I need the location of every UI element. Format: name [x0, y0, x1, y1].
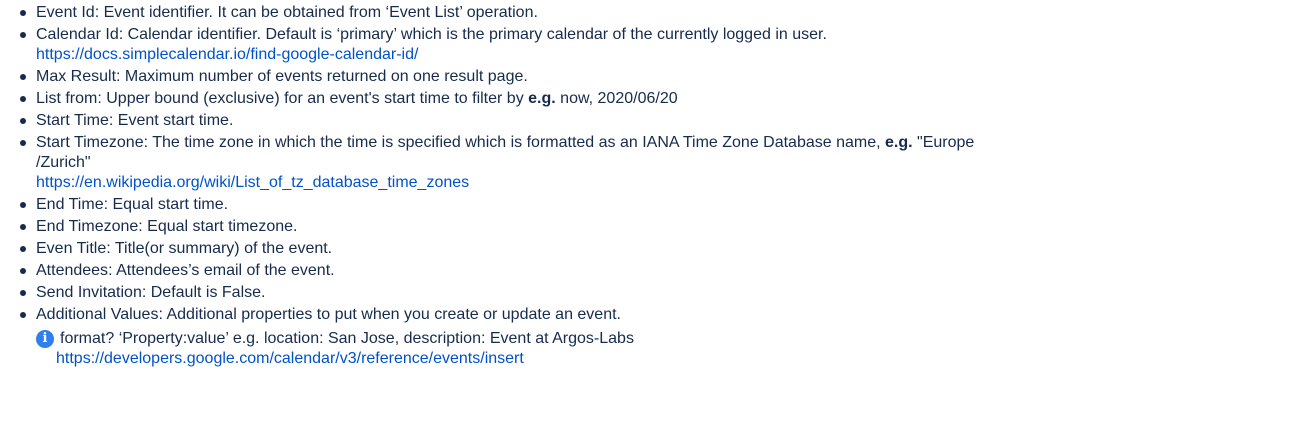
param-desc-continued: /Zurich"	[36, 154, 91, 171]
list-item-end-timezone: End Timezone: Equal start timezone.	[20, 217, 1301, 237]
list-item-send-invitation: Send Invitation: Default is False.	[20, 283, 1301, 303]
separator: :	[116, 68, 125, 85]
param-name: End Time	[36, 196, 104, 213]
param-desc: Maximum number of events returned on one…	[124, 68, 528, 85]
param-name: Send Invitation	[36, 284, 142, 301]
param-name: Calendar Id	[36, 26, 119, 43]
list-item-additional-values: Additional Values: Additional properties…	[20, 305, 1301, 369]
eg-label: e.g.	[885, 134, 913, 151]
separator: :	[94, 4, 104, 21]
param-desc: Equal start timezone.	[147, 218, 298, 235]
parameter-documentation: Event Id: Event identifier. It can be ob…	[0, 0, 1301, 369]
list-item-even-title: Even Title: Title(or summary) of the eve…	[20, 239, 1301, 259]
timezone-list-link[interactable]: https://en.wikipedia.org/wiki/List_of_tz…	[36, 173, 1301, 193]
param-desc: Additional properties to put when you cr…	[166, 306, 621, 323]
param-name: Even Title	[36, 240, 107, 257]
separator: :	[118, 26, 128, 43]
param-desc: Upper bound (exclusive) for an event's s…	[106, 90, 524, 107]
separator: :	[97, 90, 107, 107]
list-item-end-time: End Time: Equal start time.	[20, 195, 1301, 215]
param-name: Additional Values	[36, 306, 159, 323]
param-desc: Equal start time.	[112, 196, 229, 213]
list-item-start-time: Start Time: Event start time.	[20, 111, 1301, 131]
info-icon: i	[36, 330, 54, 348]
param-line: Calendar Id: Calendar identifier. Defaul…	[36, 25, 1301, 45]
separator: :	[138, 218, 148, 235]
list-item-attendees: Attendees: Attendees’s email of the even…	[20, 261, 1301, 281]
param-desc-example: "Europe	[917, 134, 975, 151]
param-name: Attendees	[36, 262, 109, 279]
calendar-id-help-link[interactable]: https://docs.simplecalendar.io/find-goog…	[36, 45, 1301, 65]
param-name: List from	[36, 90, 98, 107]
info-note-text: format? ‘Property:value’ e.g. location: …	[60, 330, 634, 347]
param-name: Event Id	[36, 4, 95, 21]
list-item-start-timezone: Start Timezone: The time zone in which t…	[20, 133, 1301, 193]
separator: :	[106, 240, 115, 257]
param-desc: Title(or summary) of the event.	[114, 240, 333, 257]
param-name: Start Time	[36, 112, 109, 129]
list-item-event-id: Event Id: Event identifier. It can be ob…	[20, 3, 1301, 23]
param-desc: Calendar identifier. Default is ‘primary…	[127, 26, 827, 43]
param-desc: Event identifier. It can be obtained fro…	[103, 4, 538, 21]
param-name: Max Result	[36, 68, 117, 85]
param-name: End Timezone	[36, 218, 139, 235]
list-item-max-result: Max Result: Maximum number of events ret…	[20, 67, 1301, 87]
param-name: Start Timezone	[36, 134, 144, 151]
param-desc: Attendees’s email of the event.	[116, 262, 335, 279]
events-insert-reference-link[interactable]: https://developers.google.com/calendar/v…	[56, 349, 1301, 369]
parameter-list: Event Id: Event identifier. It can be ob…	[20, 3, 1301, 369]
list-item-list-from: List from: Upper bound (exclusive) for a…	[20, 89, 1301, 109]
param-desc-example: now, 2020/06/20	[560, 90, 678, 107]
param-desc: Event start time.	[117, 112, 234, 129]
list-item-calendar-id: Calendar Id: Calendar identifier. Defaul…	[20, 25, 1301, 65]
param-desc: The time zone in which the time is speci…	[152, 134, 881, 151]
param-desc: Default is False.	[150, 284, 266, 301]
separator: :	[141, 284, 151, 301]
eg-label: e.g.	[528, 90, 556, 107]
separator: :	[143, 134, 153, 151]
separator: :	[108, 262, 117, 279]
param-line: Start Timezone: The time zone in which t…	[36, 133, 1301, 153]
param-line: Additional Values: Additional properties…	[36, 305, 1301, 325]
separator: :	[108, 112, 118, 129]
info-note: i format? ‘Property:value’ e.g. location…	[36, 329, 1301, 369]
